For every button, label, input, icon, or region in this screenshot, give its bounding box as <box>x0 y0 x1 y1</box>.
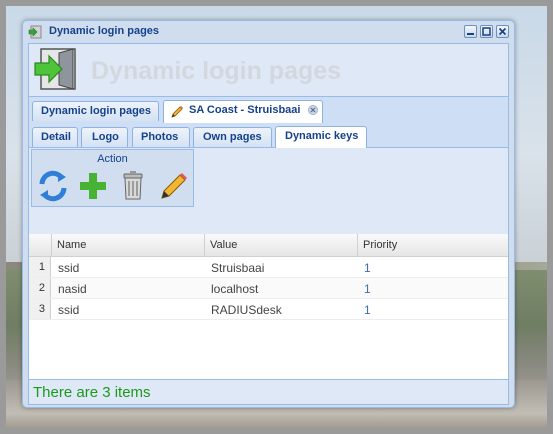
minimize-button[interactable] <box>464 25 477 38</box>
dynamic-keys-grid: Name Value Priority 1 ssid Struisbaai 1 … <box>29 234 508 402</box>
status-bar: There are 3 items <box>28 379 509 405</box>
tab-label: Own pages <box>203 131 262 143</box>
refresh-icon <box>39 170 67 202</box>
maximize-button[interactable] <box>480 25 493 38</box>
action-group-title: Action <box>97 153 128 165</box>
column-header-value[interactable]: Value <box>204 234 357 256</box>
window-body: Dynamic login pages Dynamic login pages … <box>28 43 509 403</box>
window-titlebar[interactable]: Dynamic login pages <box>23 21 514 43</box>
table-row[interactable]: 3 ssid RADIUSdesk 1 <box>29 299 508 320</box>
pencil-icon <box>171 106 183 118</box>
action-toolbar: Action <box>29 148 508 234</box>
tab-label: Dynamic login pages <box>41 105 152 117</box>
status-text: There are 3 items <box>33 384 151 401</box>
tab-close-icon[interactable] <box>308 105 318 115</box>
login-pages-app-icon <box>28 25 42 39</box>
window-title: Dynamic login pages <box>49 25 160 37</box>
cell-value: localhost <box>211 282 259 296</box>
maximize-icon <box>482 27 491 36</box>
dynamic-login-pages-window: Dynamic login pages Dynamic login pages … <box>22 20 515 408</box>
sub-tab-bar: Detail Logo Photos Own pages Dynamic key… <box>29 123 508 149</box>
cell-value: RADIUSdesk <box>211 303 282 317</box>
cell-value: Struisbaai <box>211 261 265 275</box>
cell-priority: 1 <box>364 261 371 275</box>
minimize-icon <box>467 33 474 35</box>
edit-button[interactable] <box>156 166 190 204</box>
row-number-header <box>29 234 51 256</box>
row-number: 3 <box>29 299 51 319</box>
page-heading: Dynamic login pages <box>91 57 342 85</box>
tab-logo[interactable]: Logo <box>81 127 128 147</box>
table-row[interactable]: 2 nasid localhost 1 <box>29 278 508 299</box>
table-row[interactable]: 1 ssid Struisbaai 1 <box>29 257 508 278</box>
add-icon <box>80 173 106 199</box>
tab-detail[interactable]: Detail <box>32 127 78 147</box>
cell-priority: 1 <box>364 282 371 296</box>
cell-name: ssid <box>58 303 80 317</box>
tab-photos[interactable]: Photos <box>132 127 190 147</box>
close-button[interactable] <box>496 25 509 38</box>
login-door-icon <box>34 48 76 90</box>
column-header-priority[interactable]: Priority <box>357 234 508 256</box>
main-tab-bar: Dynamic login pages SA Coast - Struisbaa… <box>29 96 508 124</box>
delete-button[interactable] <box>116 166 150 204</box>
tab-label: Photos <box>141 131 179 143</box>
action-group: Action <box>31 149 194 207</box>
tab-label: Dynamic keys <box>285 130 359 142</box>
close-icon <box>498 27 507 36</box>
tab-label: SA Coast - Struisbaai <box>189 104 301 116</box>
cell-name: ssid <box>58 261 80 275</box>
grid-header: Name Value Priority <box>29 234 508 257</box>
tab-dynamic-keys[interactable]: Dynamic keys <box>275 126 367 149</box>
delete-icon <box>123 171 143 200</box>
window-header: Dynamic login pages <box>29 44 508 96</box>
tab-label: Detail <box>41 131 71 143</box>
reload-button[interactable] <box>36 166 70 204</box>
row-number: 1 <box>29 257 51 277</box>
add-button[interactable] <box>76 166 110 204</box>
tab-label: Logo <box>92 131 119 143</box>
column-header-name[interactable]: Name <box>51 234 204 256</box>
edit-icon <box>161 173 187 199</box>
row-number: 2 <box>29 278 51 298</box>
tab-dynamic-login-pages[interactable]: Dynamic login pages <box>32 101 159 121</box>
tab-sa-coast-struisbaai[interactable]: SA Coast - Struisbaai <box>163 100 323 123</box>
cell-priority: 1 <box>364 303 371 317</box>
cell-name: nasid <box>58 282 87 296</box>
tab-own-pages[interactable]: Own pages <box>193 127 272 147</box>
